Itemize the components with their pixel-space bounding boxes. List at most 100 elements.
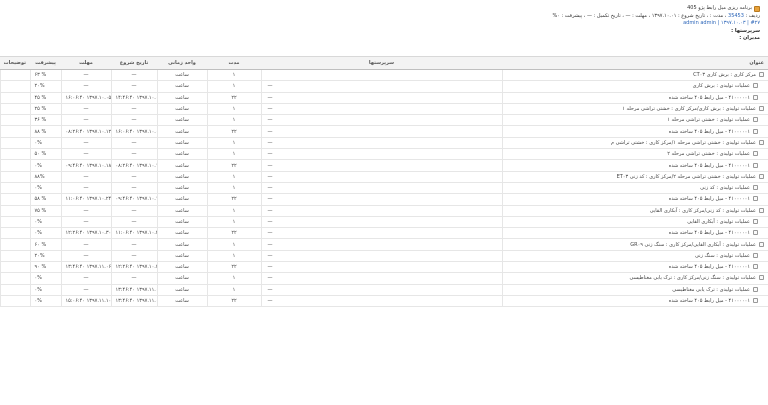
- row-title-text[interactable]: ۴۱۰۰۰۰۰۱ - میل رابط ۴۰۵ ساخته شده: [669, 196, 750, 202]
- table-row[interactable]: عملیات تولیدی : برش کاری/مرکز کاری : خشت…: [0, 103, 768, 116]
- task-id-link[interactable]: 35453: [728, 13, 744, 19]
- row-deadline: —: [60, 148, 111, 161]
- row-unit: ساعت: [156, 92, 207, 104]
- row-deadline: ۱۲:۲۶:۴۰ ۱۳۹۷.۱۰.۳۰: [60, 227, 111, 240]
- row-title-text[interactable]: ۴۱۰۰۰۰۰۱ - میل رابط ۴۰۵ ساخته شده: [669, 230, 750, 236]
- row-progress: ۰%: [29, 159, 61, 172]
- row-deadline: —: [60, 216, 111, 229]
- table-row[interactable]: عملیات تولیدی : سنگ زنی/مرکز کاری : ترک …: [0, 272, 768, 285]
- task-icon: [759, 241, 764, 247]
- row-duration: ۱: [206, 137, 261, 150]
- supervisors-label: سرپرستها :: [731, 27, 760, 34]
- row-title-text[interactable]: ۴۱۰۰۰۰۰۱ - میل رابط ۴۰۵ ساخته شده: [669, 129, 750, 135]
- row-unit: ساعت: [156, 272, 207, 285]
- row-duration: ۱: [206, 103, 261, 116]
- row-notes: [0, 284, 30, 296]
- row-supervisors: —: [260, 80, 502, 93]
- row-duration: ۱: [206, 238, 261, 251]
- row-deadline: ۱۶:۰۶:۴۰ ۱۳۹۷.۱۰.۰۵: [60, 92, 111, 104]
- task-created-info[interactable]: #۲۷ | ۱۳۹۷.۱۰.۰۳ | admin admin: [8, 20, 760, 28]
- table-row[interactable]: ۴۱۰۰۰۰۰۱ - میل رابط ۴۰۵ ساخته شده —۲۲ ساعت…: [0, 159, 768, 172]
- row-title-text[interactable]: عملیات تولیدی : برش کاری: [693, 83, 750, 89]
- row-unit: ساعت: [156, 137, 207, 150]
- row-deadline: —: [60, 103, 111, 116]
- row-duration: ۱: [206, 171, 261, 183]
- table-row[interactable]: عملیات تولیدی : سنگ زنی —۱ ساعت — —۲۰%: [0, 250, 768, 263]
- table-row[interactable]: ۴۱۰۰۰۰۰۱ - میل رابط ۴۰۵ ساخته شده —۲۲ ساعت…: [0, 92, 768, 104]
- row-title-text[interactable]: عملیات تولیدی : ترک یابی مغناطیسی: [672, 287, 750, 293]
- row-title-text[interactable]: عملیات تولیدی : آبکاری القایی: [687, 219, 750, 225]
- table-row[interactable]: ۴۱۰۰۰۰۰۱ - میل رابط ۴۰۵ ساخته شده —۲۲ ساعت…: [0, 227, 768, 240]
- row-title-text[interactable]: عملیات تولیدی : آبکاری القایی/مرکز کاری …: [630, 242, 756, 248]
- row-deadline: —: [60, 171, 111, 183]
- row-supervisors: —: [260, 227, 502, 240]
- col-start-header[interactable]: تاریخ شروع: [111, 56, 157, 70]
- table-row[interactable]: ۴۱۰۰۰۰۰۱ - میل رابط ۴۰۵ ساخته شده —۲۲ ساعت…: [0, 295, 768, 308]
- table-row[interactable]: عملیات تولیدی : آبکاری القایی —۱ ساعت — —۰%: [0, 216, 768, 229]
- table-row[interactable]: عملیات تولیدی : خشتی تراشی مرحله ۱/مرکز …: [0, 137, 768, 150]
- table-row[interactable]: مرکز کاری : برش کاری CT۰۳ ۱ ساعت — —۶۳ %: [0, 69, 768, 82]
- table-row[interactable]: عملیات تولیدی : خشتی تراشی مرحله ۲—۱ ساعت…: [0, 148, 768, 161]
- row-title-text[interactable]: عملیات تولیدی : سنگ زنی/مرکز کاری : ترک …: [630, 275, 756, 281]
- row-duration: ۱: [206, 284, 261, 296]
- row-title-text[interactable]: عملیات تولیدی : خشتی تراشی مرحله ۲/مرکز …: [617, 174, 756, 180]
- row-title-text[interactable]: ۴۱۰۰۰۰۰۱ - میل رابط ۴۰۵ ساخته شده: [669, 264, 750, 270]
- table-row[interactable]: عملیات تولیدی : خشتی تراشی مرحله ۲/مرکز …: [0, 171, 768, 183]
- table-row[interactable]: عملیات تولیدی : کد زنی/مرکز کاری : آبکار…: [0, 205, 768, 217]
- table-row[interactable]: عملیات تولیدی : آبکاری القایی/مرکز کاری …: [0, 238, 768, 251]
- row-title-text[interactable]: ۴۱۰۰۰۰۰۱ - میل رابط ۴۰۵ ساخته شده: [669, 95, 750, 101]
- row-title-text[interactable]: عملیات تولیدی : کد زنی/مرکز کاری : آبکار…: [650, 208, 756, 214]
- row-notes: [0, 250, 30, 263]
- row-progress: ۲۰%: [29, 80, 61, 93]
- row-title: عملیات تولیدی : برش کاری: [501, 80, 768, 93]
- row-deadline: ۱۳:۴۶:۴۰ ۱۳۹۷.۱۱.۰۶: [60, 261, 111, 274]
- row-start: —: [110, 272, 157, 285]
- table-row[interactable]: عملیات تولیدی : خشتی تراشی مرحله ۱—۱ ساعت…: [0, 114, 768, 127]
- table-row[interactable]: عملیات تولیدی : برش کاری —۱ ساعت — —۲۰%: [0, 80, 768, 93]
- col-notes-header[interactable]: توضیحات: [0, 56, 30, 70]
- row-title-text[interactable]: مرکز کاری : برش کاری CT۰۳: [693, 72, 756, 78]
- row-progress: ۲۰%: [29, 250, 61, 263]
- col-deadline-header[interactable]: مهلت: [61, 56, 111, 70]
- row-duration: ۱: [206, 114, 261, 127]
- table-row[interactable]: ۴۱۰۰۰۰۰۱ - میل رابط ۴۰۵ ساخته شده —۲۲ ساعت…: [0, 125, 768, 138]
- col-duration-header[interactable]: مدت: [207, 56, 261, 70]
- row-title-text[interactable]: عملیات تولیدی : کد زنی: [700, 185, 750, 191]
- row-title-text[interactable]: عملیات تولیدی : خشتی تراشی مرحله ۱/مرکز …: [611, 140, 756, 146]
- task-icon: [753, 94, 758, 100]
- table-row[interactable]: ۴۱۰۰۰۰۰۱ - میل رابط ۴۰۵ ساخته شده —۲۲ ساعت…: [0, 193, 768, 206]
- table-row[interactable]: ۴۱۰۰۰۰۰۱ - میل رابط ۴۰۵ ساخته شده —۲۲ ساعت…: [0, 261, 768, 274]
- row-progress: ۵۰ %: [29, 148, 61, 161]
- row-title-text[interactable]: عملیات تولیدی : برش کاری/مرکز کاری : خشت…: [622, 106, 756, 112]
- row-title: عملیات تولیدی : برش کاری/مرکز کاری : خشت…: [501, 103, 768, 116]
- row-title: عملیات تولیدی : سنگ زنی: [501, 250, 768, 263]
- row-title: ۴۱۰۰۰۰۰۱ - میل رابط ۴۰۵ ساخته شده: [501, 125, 768, 138]
- managers-label: مدیران :: [739, 35, 760, 41]
- row-supervisors: —: [260, 137, 502, 150]
- col-supervisors-header[interactable]: سرپرستها: [261, 56, 502, 70]
- row-title: عملیات تولیدی : ترک یابی مغناطیسی: [501, 284, 768, 296]
- row-progress: ۰%: [29, 295, 61, 308]
- row-notes: [0, 227, 30, 240]
- row-start: —: [110, 148, 157, 161]
- row-title-text[interactable]: عملیات تولیدی : سنگ زنی: [695, 253, 750, 259]
- col-title-header[interactable]: عنوان: [502, 56, 768, 70]
- row-deadline: —: [60, 69, 111, 82]
- row-title-text[interactable]: ۴۱۰۰۰۰۰۱ - میل رابط ۴۰۵ ساخته شده: [669, 163, 750, 169]
- row-supervisors: —: [260, 284, 502, 296]
- col-unit-header[interactable]: واحد زمانی: [157, 56, 207, 70]
- row-unit: ساعت: [156, 261, 207, 274]
- table-row[interactable]: عملیات تولیدی : ترک یابی مغناطیسی —۱ ساعت ۱…: [0, 284, 768, 296]
- row-title-text[interactable]: عملیات تولیدی : خشتی تراشی مرحله ۱: [667, 117, 750, 123]
- row-supervisors: —: [260, 103, 502, 116]
- row-title-text[interactable]: ۴۱۰۰۰۰۰۱ - میل رابط ۴۰۵ ساخته شده: [669, 298, 750, 304]
- row-notes: [0, 261, 30, 274]
- row-duration: ۱: [206, 69, 261, 82]
- col-progress-header[interactable]: پیشرفت: [30, 56, 61, 70]
- task-icon: [759, 139, 764, 145]
- row-title-text[interactable]: عملیات تولیدی : خشتی تراشی مرحله ۲: [667, 151, 750, 157]
- row-deadline: —: [60, 250, 111, 263]
- table-row[interactable]: عملیات تولیدی : کد زنی —۱ ساعت — —۰%: [0, 182, 768, 195]
- row-start: —: [110, 114, 157, 127]
- row-start: ۱۱:۰۶:۴۰ ۱۳۹۷.۱۰.۲۴: [110, 227, 157, 240]
